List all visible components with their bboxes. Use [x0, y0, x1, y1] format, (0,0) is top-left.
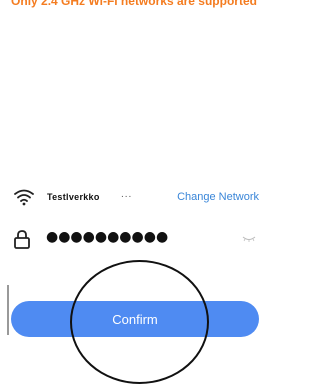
wifi-ssid: Testlverkko — [47, 192, 100, 202]
change-network-link[interactable]: Change Network — [177, 191, 259, 203]
confirm-button[interactable]: Confirm — [11, 301, 259, 337]
eye-closed-icon[interactable] — [242, 236, 256, 242]
wifi-network-row: Testlverkko ... Change Network — [0, 186, 268, 210]
wifi-icon — [14, 189, 34, 206]
password-field[interactable]: ●●●●●●●●●● — [46, 229, 168, 245]
password-row: ●●●●●●●●●● — [0, 226, 268, 252]
lock-icon — [14, 230, 30, 249]
frequency-notice: Only 2.4 GHz Wi-Fi networks are supporte… — [11, 0, 257, 8]
more-dots: ... — [121, 189, 133, 200]
divider — [7, 285, 9, 335]
